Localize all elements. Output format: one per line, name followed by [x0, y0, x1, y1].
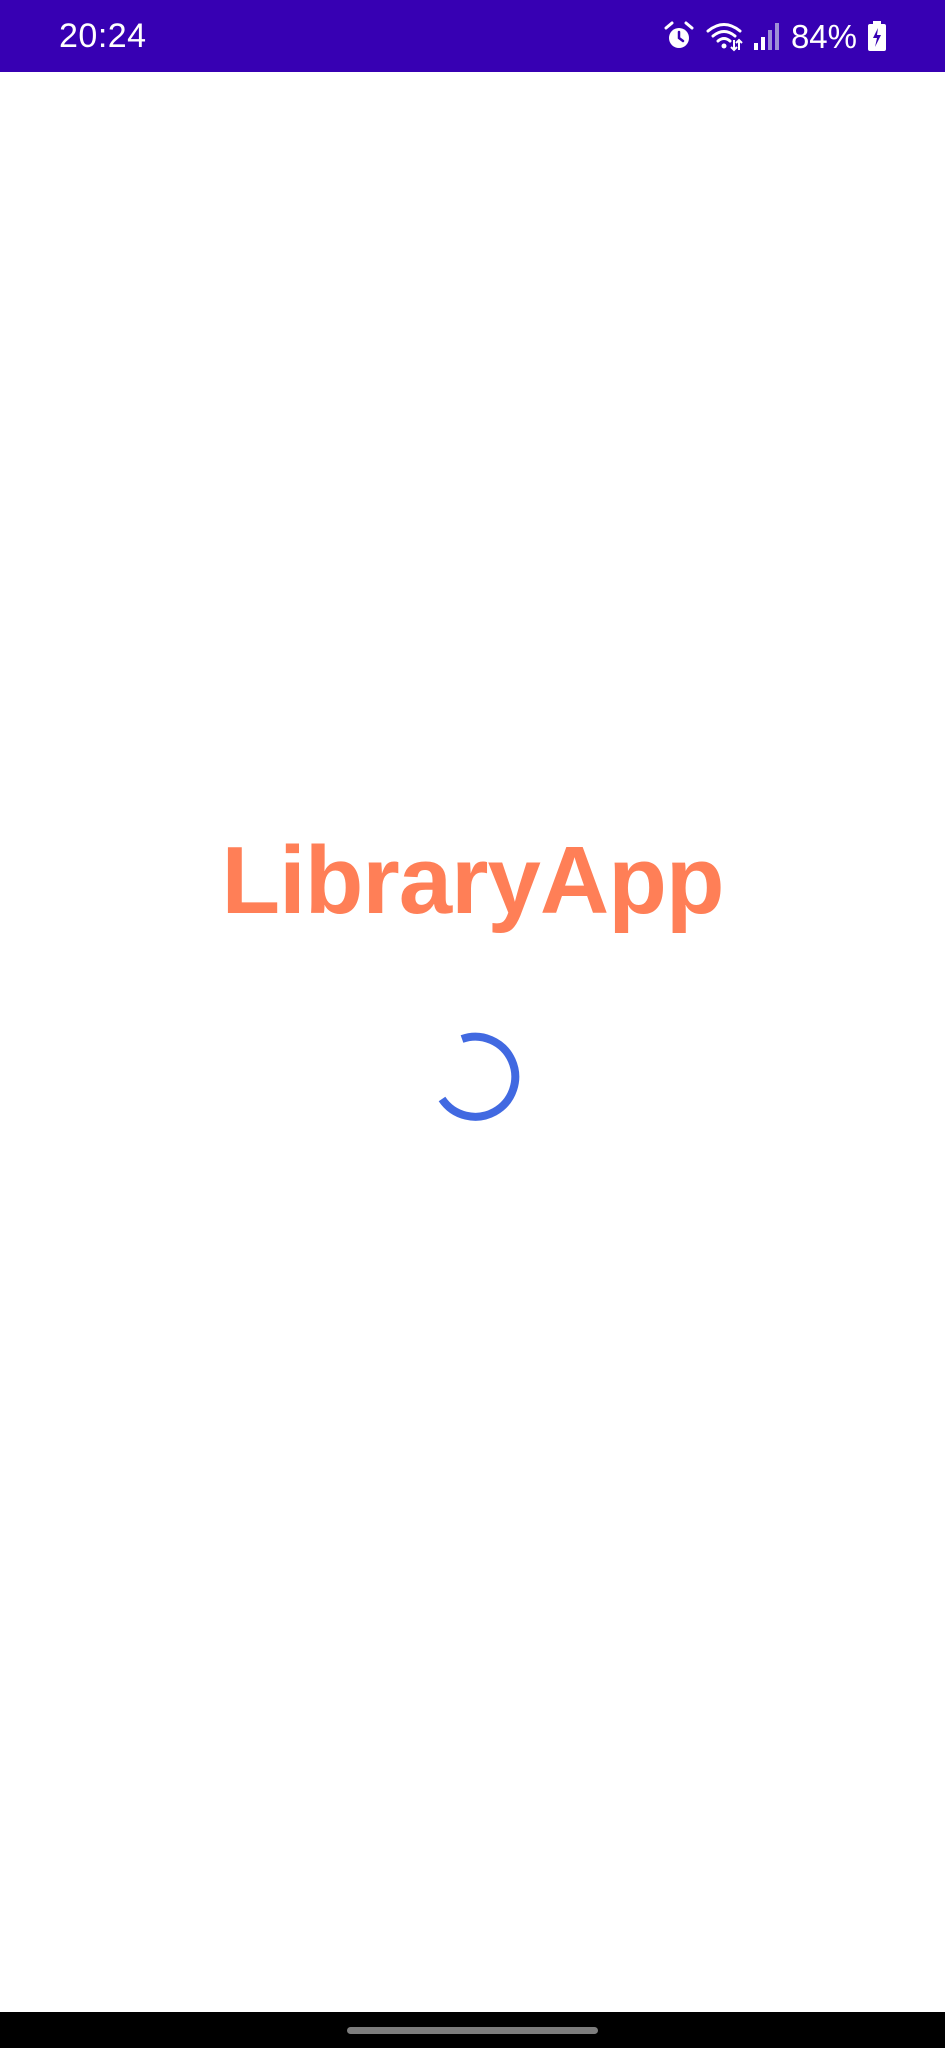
battery-charging-icon: [867, 20, 887, 52]
home-gesture-handle[interactable]: [347, 2027, 598, 2034]
wifi-icon: [705, 20, 743, 52]
navigation-bar: [0, 2012, 945, 2048]
status-time: 20:24: [59, 17, 147, 55]
app-title: LibraryApp: [221, 827, 724, 934]
signal-icon: [753, 21, 781, 51]
alarm-icon: [663, 20, 695, 52]
battery-percent: 84%: [790, 17, 857, 55]
status-icons: 84%: [663, 14, 887, 58]
loading-spinner: [432, 1029, 524, 1121]
status-bar: 20:24 84%: [0, 0, 945, 72]
